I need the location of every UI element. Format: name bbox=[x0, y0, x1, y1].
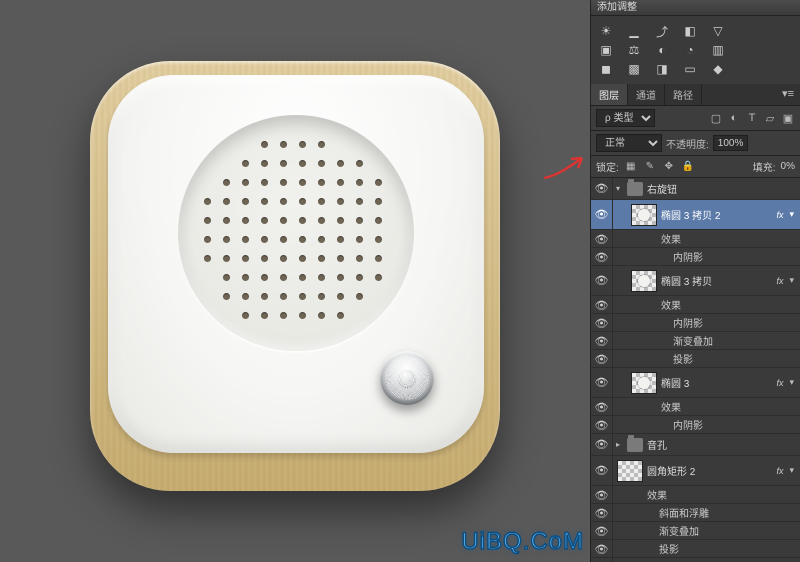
blend-mode-select[interactable]: 正常 bbox=[596, 134, 662, 152]
visibility-toggle[interactable]: 👁 bbox=[591, 368, 613, 397]
folder-icon bbox=[627, 182, 643, 196]
blend-row: 正常 不透明度: 100% bbox=[591, 131, 800, 156]
layer-round-rect2[interactable]: 👁 圆角矩形 2 fx ▾ bbox=[591, 456, 800, 486]
opacity-value[interactable]: 100% bbox=[713, 135, 749, 151]
fx-inner-shadow[interactable]: 内阴影 bbox=[669, 315, 703, 330]
fx-badge[interactable]: fx bbox=[770, 276, 789, 286]
canvas bbox=[0, 0, 590, 562]
adj-invert-icon[interactable]: ◼ bbox=[597, 61, 615, 77]
fill-value[interactable]: 0% bbox=[781, 161, 795, 172]
fx-effects[interactable]: 效果 bbox=[643, 487, 667, 502]
adj-mixer-icon[interactable]: ▥ bbox=[709, 42, 727, 58]
group-right-knob[interactable]: 👁 ▾ 右旋钮 bbox=[591, 178, 800, 200]
fx-grad-overlay[interactable]: 渐变叠加 bbox=[655, 523, 699, 538]
adj-photo-icon[interactable]: ◔ bbox=[681, 42, 699, 58]
layer-thumb bbox=[617, 460, 643, 482]
group-holes[interactable]: 👁 ▸ 音孔 bbox=[591, 434, 800, 456]
adj-hue-icon[interactable]: ▣ bbox=[597, 42, 615, 58]
adj-gradmap-icon[interactable]: ▭ bbox=[681, 61, 699, 77]
metal-knob bbox=[380, 351, 434, 405]
tab-paths[interactable]: 路径 bbox=[665, 84, 702, 105]
fx-drop-shadow[interactable]: 投影 bbox=[669, 351, 693, 366]
adjustments-title: 添加调整 bbox=[591, 0, 800, 16]
visibility-toggle[interactable]: 👁 bbox=[591, 558, 613, 562]
layer-ellipse3[interactable]: 👁 椭圆 3 fx ▾ bbox=[591, 368, 800, 398]
adj-levels-icon[interactable]: ▁ bbox=[625, 23, 643, 39]
adjustments-panel: ☀ ▁ ⤴ ◧ ▽ ▣ ⚖ ◐ ◔ ▥ ◼ ▩ ◨ ▭ ◆ bbox=[591, 16, 800, 84]
fx-drop-shadow[interactable]: 投影 bbox=[655, 541, 679, 556]
lock-label: 锁定: bbox=[596, 159, 619, 174]
lock-row: 锁定: ▦ ✎ ✥ 🔒 填充: 0% bbox=[591, 156, 800, 178]
filter-adjust-icon[interactable]: ◐ bbox=[727, 111, 741, 125]
icon-artwork bbox=[70, 41, 520, 521]
lock-move-icon[interactable]: ✥ bbox=[662, 160, 676, 174]
adj-curves-icon[interactable]: ⤴ bbox=[653, 23, 671, 39]
layers-tabs: 图层 通道 路径 ▾≡ bbox=[591, 84, 800, 106]
adj-balance-icon[interactable]: ⚖ bbox=[625, 42, 643, 58]
adj-exposure-icon[interactable]: ◧ bbox=[681, 23, 699, 39]
layer-tree[interactable]: 👁 ▾ 右旋钮 👁 椭圆 3 拷贝 2 fx ▾ 👁 效果 👁 内阴影 👁 椭圆 3… bbox=[591, 178, 800, 562]
visibility-toggle[interactable]: 👁 bbox=[591, 266, 613, 295]
fx-effects[interactable]: 效果 bbox=[657, 297, 681, 312]
panel-menu-icon[interactable]: ▾≡ bbox=[776, 84, 800, 105]
tab-layers[interactable]: 图层 bbox=[591, 84, 628, 105]
fx-badge[interactable]: fx bbox=[770, 210, 789, 220]
fx-bevel[interactable]: 斜面和浮雕 bbox=[655, 505, 709, 520]
filter-type-icon[interactable]: T bbox=[745, 111, 759, 125]
visibility-toggle[interactable]: 👁 bbox=[591, 456, 613, 485]
fx-chevron-icon[interactable]: ▾ bbox=[789, 209, 800, 220]
fx-effects[interactable]: 效果 bbox=[657, 399, 681, 414]
right-panel-stack: 添加调整 ☀ ▁ ⤴ ◧ ▽ ▣ ⚖ ◐ ◔ ▥ ◼ ▩ ◨ ▭ ◆ 图层 通道… bbox=[590, 0, 800, 562]
layer-thumb bbox=[631, 204, 657, 226]
adj-vibrance-icon[interactable]: ▽ bbox=[709, 23, 727, 39]
layer-ellipse3-copy2[interactable]: 👁 椭圆 3 拷贝 2 fx ▾ bbox=[591, 200, 800, 230]
layer-ellipse3-copy[interactable]: 👁 椭圆 3 拷贝 fx ▾ bbox=[591, 266, 800, 296]
tab-channels[interactable]: 通道 bbox=[628, 84, 665, 105]
adj-brightness-icon[interactable]: ☀ bbox=[597, 23, 615, 39]
adj-thresh-icon[interactable]: ◨ bbox=[653, 61, 671, 77]
lock-paint-icon[interactable]: ✎ bbox=[643, 160, 657, 174]
folder-icon bbox=[627, 438, 643, 452]
layer-filter-bar: ρ 类型 ▢ ◐ T ▱ ▣ bbox=[591, 106, 800, 131]
fx-inner-shadow[interactable]: 内阴影 bbox=[669, 417, 703, 432]
visibility-toggle[interactable]: 👁 bbox=[591, 200, 613, 229]
layer-wood-copy[interactable]: 👁 木纹 拷贝 fx ▾ bbox=[591, 558, 800, 562]
adj-bw-icon[interactable]: ◐ bbox=[653, 42, 671, 58]
fx-chevron-icon[interactable]: ▾ bbox=[789, 377, 800, 388]
fx-effects[interactable]: 效果 bbox=[657, 231, 681, 246]
fx-badge[interactable]: fx bbox=[770, 466, 789, 476]
opacity-label: 不透明度: bbox=[666, 136, 709, 151]
fill-label: 填充: bbox=[753, 159, 776, 174]
visibility-toggle[interactable]: 👁 bbox=[591, 434, 613, 455]
filter-shape-icon[interactable]: ▱ bbox=[763, 111, 777, 125]
filter-kind-select[interactable]: ρ 类型 bbox=[596, 109, 655, 127]
visibility-toggle[interactable]: 👁 bbox=[591, 178, 613, 199]
speaker-grill bbox=[178, 115, 414, 351]
lock-all-icon[interactable]: 🔒 bbox=[681, 160, 695, 174]
lock-trans-icon[interactable]: ▦ bbox=[624, 160, 638, 174]
filter-pixel-icon[interactable]: ▢ bbox=[709, 111, 723, 125]
layer-thumb bbox=[631, 270, 657, 292]
adj-selcolor-icon[interactable]: ◆ bbox=[709, 61, 727, 77]
layer-thumb bbox=[631, 372, 657, 394]
filter-smart-icon[interactable]: ▣ bbox=[781, 111, 795, 125]
fx-grad-overlay[interactable]: 渐变叠加 bbox=[669, 333, 713, 348]
fx-chevron-icon[interactable]: ▾ bbox=[789, 465, 800, 476]
adj-poster-icon[interactable]: ▩ bbox=[625, 61, 643, 77]
fx-chevron-icon[interactable]: ▾ bbox=[789, 275, 800, 286]
fx-badge[interactable]: fx bbox=[770, 378, 789, 388]
fx-inner-shadow[interactable]: 内阴影 bbox=[669, 249, 703, 264]
